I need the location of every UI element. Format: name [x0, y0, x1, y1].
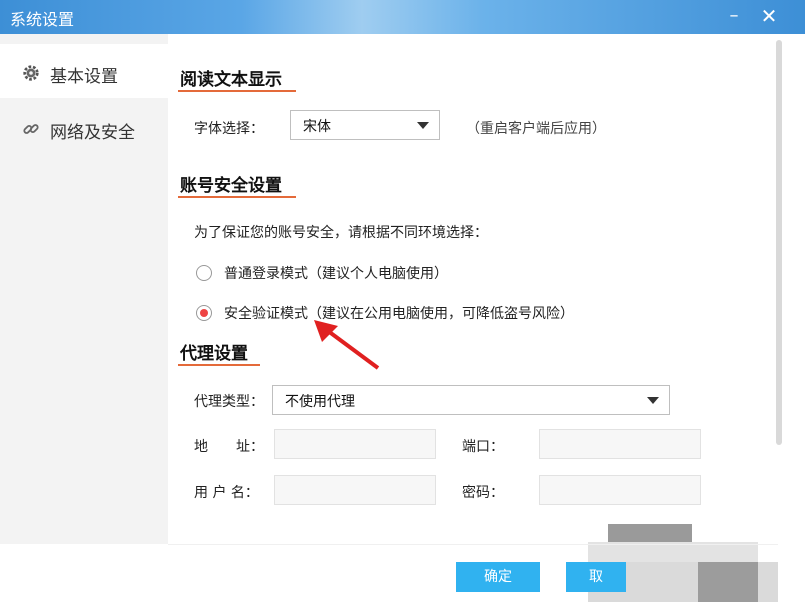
radio-normal-mode[interactable]: [196, 265, 212, 281]
title-bar: 系统设置 – ✕: [0, 0, 805, 34]
proxy-type-label: 代理类型：: [194, 394, 264, 410]
radio-secure-mode[interactable]: [196, 305, 212, 321]
font-select-value: 宋体: [303, 119, 331, 135]
proxy-password-input[interactable]: [539, 475, 701, 505]
pixelated-overlay: [698, 562, 758, 602]
section-title-reading: 阅读文本显示: [180, 70, 282, 90]
radio-normal-mode-label[interactable]: 普通登录模式（建议个人电脑使用）: [224, 263, 448, 283]
proxy-type-select[interactable]: 不使用代理: [272, 385, 670, 415]
sidebar-item-label: 网络及安全: [50, 123, 135, 143]
section-title-account: 账号安全设置: [180, 176, 282, 196]
section-underline: [178, 364, 260, 366]
section-underline: [178, 196, 296, 198]
sidebar: 基本设置 网络及安全: [0, 34, 168, 544]
gear-icon: [23, 65, 39, 81]
pixelated-overlay: [608, 524, 692, 542]
proxy-address-label: 地 址：: [194, 439, 264, 455]
vertical-scrollbar[interactable]: [776, 40, 782, 445]
font-select-label: 字体选择：: [194, 121, 264, 137]
proxy-type-value: 不使用代理: [285, 394, 355, 410]
section-underline: [178, 90, 296, 92]
proxy-username-input[interactable]: [274, 475, 436, 505]
window-title: 系统设置: [10, 10, 75, 29]
proxy-port-input[interactable]: [539, 429, 701, 459]
chevron-down-icon: [417, 122, 429, 129]
account-security-description: 为了保证您的账号安全，请根据不同环境选择：: [194, 225, 488, 241]
radio-secure-mode-label[interactable]: 安全验证模式（建议在公用电脑使用，可降低盗号风险）: [224, 303, 574, 323]
chevron-down-icon: [647, 397, 659, 404]
cancel-button[interactable]: 取: [566, 562, 626, 592]
annotation-arrow-icon: [314, 320, 380, 370]
proxy-username-label: 用 户 名：: [194, 485, 259, 501]
panel-divider: [168, 544, 778, 545]
sidebar-item-network-security[interactable]: 网络及安全: [0, 100, 168, 154]
sidebar-item-label: 基本设置: [50, 67, 118, 87]
ok-button[interactable]: 确定: [456, 562, 540, 592]
sidebar-item-basic-settings[interactable]: 基本设置: [0, 44, 168, 98]
link-icon: [23, 124, 39, 134]
proxy-port-label: 端口：: [462, 439, 504, 455]
settings-panel: 阅读文本显示 字体选择： 宋体 （重启客户端后应用） 账号安全设置 为了保证您的…: [168, 34, 778, 605]
section-title-proxy: 代理设置: [180, 344, 248, 364]
font-hint: （重启客户端后应用）: [466, 121, 606, 137]
proxy-password-label: 密码：: [462, 485, 504, 501]
close-button[interactable]: ✕: [757, 4, 781, 28]
minimize-button[interactable]: –: [722, 4, 746, 28]
font-select[interactable]: 宋体: [290, 110, 440, 140]
proxy-address-input[interactable]: [274, 429, 436, 459]
